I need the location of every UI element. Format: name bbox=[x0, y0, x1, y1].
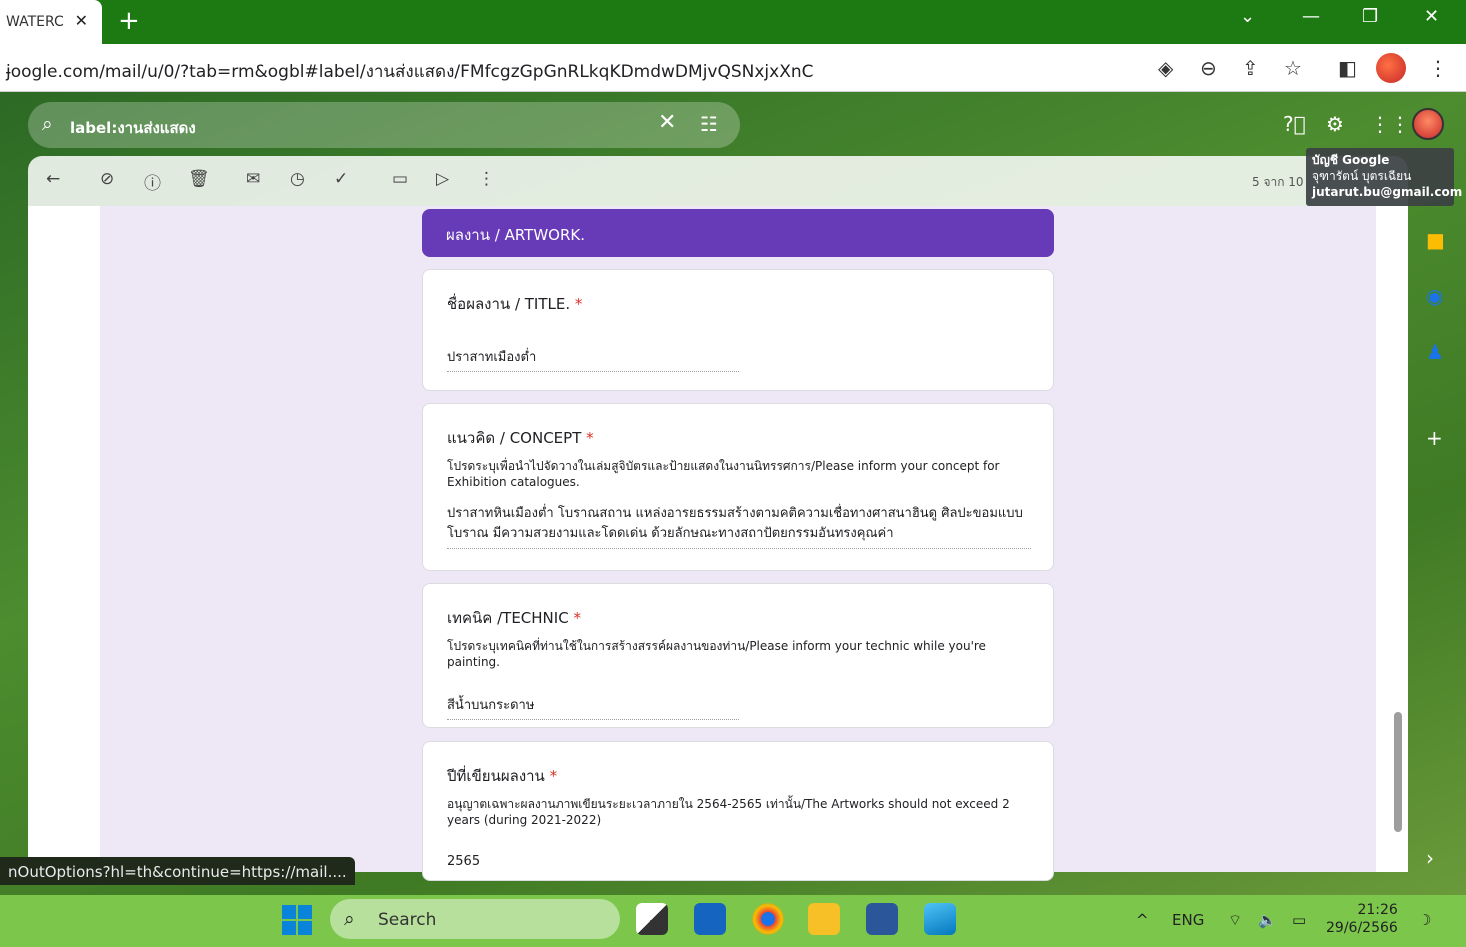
start-button[interactable] bbox=[282, 905, 312, 935]
message-pager: 5 จาก 10 bbox=[1252, 175, 1304, 189]
clear-search-icon[interactable]: ✕ bbox=[658, 110, 676, 135]
browser-tab[interactable]: WATERC ✕ bbox=[0, 0, 102, 44]
question-description: อนุญาตเฉพาะผลงานภาพเขียนระยะเวลาภายใน 25… bbox=[447, 797, 1010, 827]
address-bar: ɉoogle.com/mail/u/0/?tab=rm&ogbl#label/ง… bbox=[0, 44, 1466, 92]
gear-icon[interactable]: ⚙ bbox=[1326, 112, 1344, 136]
taskbar-search[interactable]: ⌕ Search bbox=[330, 899, 620, 939]
tooltip-name: จุฑารัตน์ บุตรเฉียน bbox=[1312, 169, 1412, 183]
tray-chevron-icon[interactable]: ^ bbox=[1136, 911, 1149, 929]
answer-field: สีน้ำบนกระดาษ bbox=[447, 694, 739, 720]
new-tab-button[interactable]: + bbox=[118, 6, 140, 36]
report-spam-icon[interactable]: ⓘ bbox=[144, 169, 161, 194]
battery-icon[interactable]: ▭ bbox=[1292, 911, 1306, 929]
apps-grid-icon[interactable]: ⋮⋮ bbox=[1370, 112, 1410, 136]
back-arrow-icon[interactable]: ← bbox=[46, 169, 60, 189]
restore-icon[interactable]: ❐ bbox=[1362, 6, 1378, 27]
taskbar-search-label: Search bbox=[378, 910, 437, 930]
section-header: ผลงาน / ARTWORK. bbox=[422, 209, 1054, 257]
question-year-card: ปีที่เขียนผลงาน * อนุญาตเฉพาะผลงานภาพเขี… bbox=[422, 741, 1054, 881]
search-icon: ⌕ bbox=[344, 908, 355, 930]
browser-menu-icon[interactable]: ⋮ bbox=[1428, 56, 1448, 80]
link-status-bar: nOutOptions?hl=th&continue=https://mail.… bbox=[0, 857, 355, 885]
tab-search-chevron-icon[interactable]: ⌄ bbox=[1240, 6, 1255, 27]
add-task-icon[interactable]: ✓ bbox=[334, 169, 348, 189]
bookmark-star-icon[interactable]: ☆ bbox=[1284, 56, 1302, 80]
add-addon-icon[interactable]: + bbox=[1426, 426, 1443, 450]
delete-icon[interactable]: 🗑 bbox=[188, 169, 210, 189]
volume-icon[interactable]: 🔈 bbox=[1258, 911, 1277, 929]
gmail-app: ⌕ label:งานส่งแสดง ✕ ☷ ?⃝ ⚙ ⋮⋮ ← ⊘ ⓘ 🗑 ✉… bbox=[0, 92, 1466, 895]
required-mark: * bbox=[586, 429, 594, 447]
tooltip-title: บัญชี Google bbox=[1312, 153, 1390, 167]
required-mark: * bbox=[574, 295, 583, 313]
contacts-icon[interactable]: ♟ bbox=[1426, 340, 1444, 364]
word-icon[interactable] bbox=[866, 903, 898, 935]
question-description: โปรดระบุเทคนิคที่ท่านใช้ในการสร้างสรรค์ผ… bbox=[447, 639, 986, 669]
side-panel: ■ ◉ ♟ + › bbox=[1408, 206, 1466, 886]
unsubscribe-icon[interactable]: ⊘ bbox=[100, 169, 114, 189]
question-title: ชื่อผลงาน / TITLE. bbox=[447, 295, 571, 313]
zoom-icon[interactable]: ⊖ bbox=[1200, 56, 1217, 80]
scrollbar-thumb[interactable] bbox=[1394, 712, 1402, 832]
question-title: เทคนิค /TECHNIC bbox=[447, 609, 569, 627]
mail-search-box[interactable]: ⌕ label:งานส่งแสดง ✕ ☷ bbox=[28, 102, 740, 148]
help-icon[interactable]: ?⃝ bbox=[1283, 112, 1306, 136]
photos-icon[interactable] bbox=[924, 903, 956, 935]
question-title: แนวคิด / CONCEPT bbox=[447, 429, 582, 447]
question-description: โปรดระบุเพื่อนำไปจัดวางในเล่มสูจิบัตรและ… bbox=[447, 459, 1000, 489]
task-view-icon[interactable] bbox=[636, 903, 668, 935]
tab-close-icon[interactable]: ✕ bbox=[75, 11, 88, 30]
question-title: ปีที่เขียนผลงาน bbox=[447, 767, 550, 785]
account-tooltip: บัญชี Google จุฑารัตน์ บุตรเฉียน jutarut… bbox=[1306, 148, 1463, 206]
tab-title: WATERC bbox=[6, 14, 64, 30]
chrome-icon[interactable] bbox=[752, 903, 784, 935]
message-toolbar: ← ⊘ ⓘ 🗑 ✉ ◷ ✓ ▭ ▷ ⋮ 5 จาก 10 bbox=[28, 156, 1408, 206]
clock-time: 21:26 bbox=[1357, 902, 1398, 918]
search-options-icon[interactable]: ☷ bbox=[700, 112, 718, 136]
mark-unread-icon[interactable]: ✉ bbox=[246, 169, 260, 189]
message-body: ผลงาน / ARTWORK. ชื่อผลงาน / TITLE. * ปร… bbox=[28, 206, 1408, 881]
url-field[interactable]: ɉoogle.com/mail/u/0/?tab=rm&ogbl#label/ง… bbox=[6, 58, 814, 85]
question-title-card: ชื่อผลงาน / TITLE. * ปราสาทเมืองต่ำ bbox=[422, 269, 1054, 391]
snooze-icon[interactable]: ◷ bbox=[290, 169, 305, 189]
share-icon[interactable]: ⇪ bbox=[1242, 56, 1259, 80]
browser-tab-strip: WATERC ✕ + ⌄ — ❐ ✕ bbox=[0, 0, 1466, 44]
minimize-icon[interactable]: — bbox=[1302, 6, 1320, 27]
browser-profile-avatar[interactable] bbox=[1376, 53, 1406, 83]
side-panel-icon[interactable]: ◧ bbox=[1338, 56, 1357, 80]
file-explorer-icon[interactable] bbox=[808, 903, 840, 935]
store-icon[interactable] bbox=[694, 903, 726, 935]
question-technic-card: เทคนิค /TECHNIC * โปรดระบุเทคนิคที่ท่านใ… bbox=[422, 583, 1054, 728]
label-icon[interactable]: ▷ bbox=[436, 169, 449, 189]
tooltip-email: jutarut.bu@gmail.com bbox=[1312, 185, 1463, 199]
question-concept-card: แนวคิด / CONCEPT * โปรดระบุเพื่อนำไปจัดว… bbox=[422, 403, 1054, 571]
system-clock[interactable]: 21:26 29/6/2566 bbox=[1326, 901, 1398, 937]
extension-icon[interactable]: ◈ bbox=[1158, 56, 1173, 80]
search-icon[interactable]: ⌕ bbox=[42, 113, 53, 135]
account-avatar[interactable] bbox=[1412, 108, 1444, 140]
answer-field: ปราสาทเมืองต่ำ bbox=[447, 346, 739, 372]
expand-panel-icon[interactable]: › bbox=[1426, 846, 1434, 870]
search-input[interactable]: label:งานส่งแสดง bbox=[70, 116, 196, 140]
tasks-icon[interactable]: ◉ bbox=[1426, 284, 1443, 308]
required-mark: * bbox=[549, 767, 558, 785]
close-window-icon[interactable]: ✕ bbox=[1424, 6, 1439, 27]
notifications-icon[interactable]: ☽ bbox=[1418, 911, 1431, 929]
windows-taskbar: ⌕ Search ^ ENG ⌔ 🔈 ▭ 21:26 29/6/2566 ☽ bbox=[0, 895, 1466, 947]
answer-field: ปราสาทหินเมืองต่ำ โบราณสถาน แหล่งอารยธรร… bbox=[447, 504, 1031, 549]
wifi-icon[interactable]: ⌔ bbox=[1228, 911, 1242, 930]
keep-icon[interactable]: ■ bbox=[1426, 228, 1445, 252]
answer-field: 2565 bbox=[447, 854, 481, 869]
more-options-icon[interactable]: ⋮ bbox=[478, 169, 495, 189]
move-to-icon[interactable]: ▭ bbox=[392, 169, 408, 189]
required-mark: * bbox=[573, 609, 581, 627]
language-indicator[interactable]: ENG bbox=[1172, 911, 1204, 929]
clock-date: 29/6/2566 bbox=[1326, 920, 1398, 936]
